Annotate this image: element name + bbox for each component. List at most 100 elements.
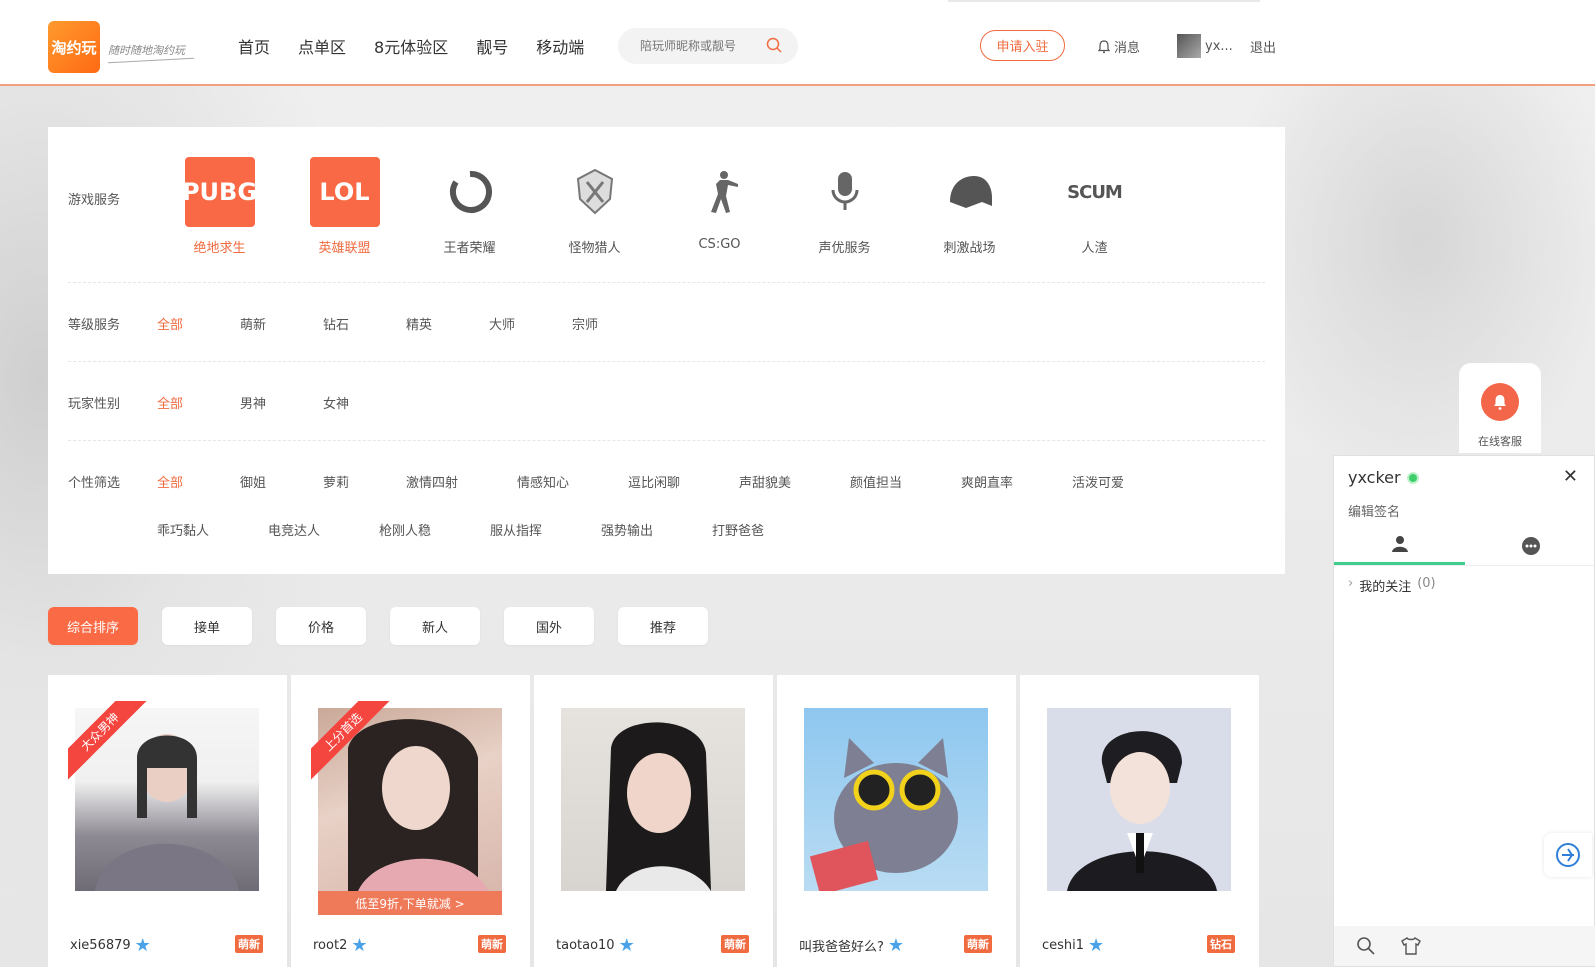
tab-messages[interactable]	[1465, 526, 1595, 565]
crest-icon	[560, 157, 630, 227]
sort-tab-recommend[interactable]: 推荐	[618, 607, 708, 645]
divider	[68, 361, 1265, 362]
search-icon[interactable]	[766, 37, 782, 53]
player-card[interactable]: taotao10 ★ 萌新	[534, 675, 773, 967]
personality-option[interactable]: 枪刚人稳	[379, 520, 490, 539]
game-item-voice-service[interactable]: 声优服务	[782, 157, 907, 256]
nav-order-zone[interactable]: 点单区	[298, 34, 346, 58]
level-option[interactable]: 精英	[406, 314, 489, 333]
my-follows-item[interactable]: › 我的关注 (0)	[1348, 576, 1436, 595]
sort-tab-overseas[interactable]: 国外	[504, 607, 594, 645]
level-option[interactable]: 全部	[157, 314, 240, 333]
player-card[interactable]: 大众男神 xie56879 ★ 萌新	[48, 675, 287, 967]
game-name: 王者荣耀	[443, 241, 496, 256]
sort-tab-new[interactable]: 新人	[390, 607, 480, 645]
player-name-text: 叫我爸爸好么?	[799, 940, 884, 955]
level-badge: 萌新	[235, 935, 263, 953]
player-name-text: taotao10	[556, 938, 615, 953]
level-option[interactable]: 宗师	[572, 314, 655, 333]
game-name: 怪物猎人	[568, 241, 621, 256]
game-item-csgo[interactable]: CS:GO	[657, 157, 782, 256]
level-badge: 钻石	[1207, 935, 1235, 953]
player-card[interactable]: 上分首选 低至9折,下单就减 > root2 ★ 萌新	[291, 675, 530, 967]
personality-option[interactable]: 御姐	[240, 472, 323, 491]
personality-option[interactable]: 萝莉	[323, 472, 406, 491]
logout-link[interactable]: 退出	[1250, 37, 1276, 56]
game-item-lol[interactable]: LOL 英雄联盟	[282, 157, 407, 256]
messages-link[interactable]: 消息	[1097, 37, 1140, 56]
player-card[interactable]: ceshi1 ★ 钻石	[1020, 675, 1259, 967]
soldier-icon	[685, 157, 755, 227]
user-menu[interactable]: yx...	[1177, 34, 1233, 58]
nav-pretty-id[interactable]: 靓号	[476, 34, 508, 58]
gender-option[interactable]: 全部	[157, 393, 240, 412]
scum-icon: SCUM	[1067, 181, 1123, 203]
chat-username-text: yxcker	[1348, 468, 1401, 487]
site-logo[interactable]: 淘约玩	[48, 21, 100, 73]
microphone-icon	[810, 157, 880, 227]
gender-option[interactable]: 女神	[323, 393, 406, 412]
sort-tab-default[interactable]: 综合排序	[48, 607, 138, 645]
personality-option[interactable]: 逗比闲聊	[628, 472, 739, 491]
level-option[interactable]: 钻石	[323, 314, 406, 333]
game-item-honor-of-kings[interactable]: 王者荣耀	[407, 157, 532, 256]
personality-option[interactable]: 活泼可爱	[1072, 472, 1183, 491]
nav-mobile[interactable]: 移动端	[536, 34, 584, 58]
nav-trial-zone[interactable]: 8元体验区	[374, 34, 448, 58]
personality-option[interactable]: 强势输出	[601, 520, 712, 539]
personality-option[interactable]: 爽朗直率	[961, 472, 1072, 491]
personality-option[interactable]: 乖巧黏人	[157, 520, 268, 539]
online-service-widget[interactable]: 在线客服	[1459, 363, 1541, 453]
follow-label: 我的关注	[1359, 580, 1412, 595]
personality-option[interactable]: 打野爸爸	[712, 520, 823, 539]
level-option[interactable]: 萌新	[240, 314, 323, 333]
promo-banner[interactable]: 低至9折,下单就减 >	[318, 891, 502, 915]
sort-tab-price[interactable]: 价格	[276, 607, 366, 645]
ribbon-text: 大众男神	[68, 701, 148, 781]
star-badge-icon: ★	[618, 935, 635, 956]
search-icon[interactable]	[1356, 936, 1376, 956]
personality-option[interactable]: 服从指挥	[490, 520, 601, 539]
tag-ribbon: 上分首选	[311, 701, 391, 781]
search-input[interactable]	[640, 39, 760, 53]
personality-option[interactable]: 声甜貌美	[739, 472, 850, 491]
level-options: 全部 萌新 钻石 精英 大师 宗师	[157, 314, 655, 333]
edit-signature[interactable]: 编辑签名	[1348, 501, 1400, 520]
skin-shirt-icon[interactable]	[1400, 936, 1422, 956]
personality-option[interactable]: 情感知心	[517, 472, 628, 491]
search-box	[618, 28, 798, 64]
game-item-pubg-mobile[interactable]: 刺激战场	[907, 157, 1032, 256]
filter-panel: 游戏服务 PUBG 绝地求生 LOL 英雄联盟 王者荣耀 怪物猎人 CS:GO …	[48, 127, 1285, 574]
personality-options-row1: 全部 御姐 萝莉 激情四射 情感知心 逗比闲聊 声甜貌美 颜值担当 爽朗直率 活…	[157, 472, 1183, 491]
level-option[interactable]: 大师	[489, 314, 572, 333]
level-badge: 萌新	[964, 935, 992, 953]
translate-tool-icon[interactable]	[1544, 833, 1592, 877]
gender-option[interactable]: 男神	[240, 393, 323, 412]
ring-icon	[435, 157, 505, 227]
game-item-monster-hunter[interactable]: 怪物猎人	[532, 157, 657, 256]
player-card[interactable]: 叫我爸爸好么? ★ 萌新	[777, 675, 1016, 967]
personality-option[interactable]: 颜值担当	[850, 472, 961, 491]
person-icon	[1391, 536, 1408, 552]
sort-tab-orders[interactable]: 接单	[162, 607, 252, 645]
player-name-text: ceshi1	[1042, 938, 1085, 953]
avatar	[1177, 34, 1201, 58]
chat-side-panel: yxcker ✕ 编辑签名 › 我的关注 (0)	[1333, 455, 1595, 967]
game-name: CS:GO	[698, 237, 741, 252]
game-item-scum[interactable]: SCUM 人渣	[1032, 157, 1157, 257]
personality-option[interactable]: 激情四射	[406, 472, 517, 491]
star-badge-icon: ★	[351, 935, 368, 956]
lol-icon: LOL	[309, 157, 380, 227]
game-item-pubg[interactable]: PUBG 绝地求生	[157, 157, 282, 256]
apply-join-button[interactable]: 申请入驻	[980, 30, 1065, 61]
tab-contacts[interactable]	[1334, 526, 1465, 565]
game-name: 绝地求生	[193, 241, 246, 256]
pubg-icon: PUBG	[182, 157, 257, 227]
personality-option[interactable]: 电竞达人	[268, 520, 379, 539]
nav-home[interactable]: 首页	[238, 34, 270, 58]
personality-option[interactable]: 全部	[157, 472, 240, 491]
star-badge-icon: ★	[134, 935, 151, 956]
game-name: 声优服务	[818, 241, 871, 256]
bell-icon	[1097, 39, 1111, 53]
close-icon[interactable]: ✕	[1563, 466, 1578, 487]
